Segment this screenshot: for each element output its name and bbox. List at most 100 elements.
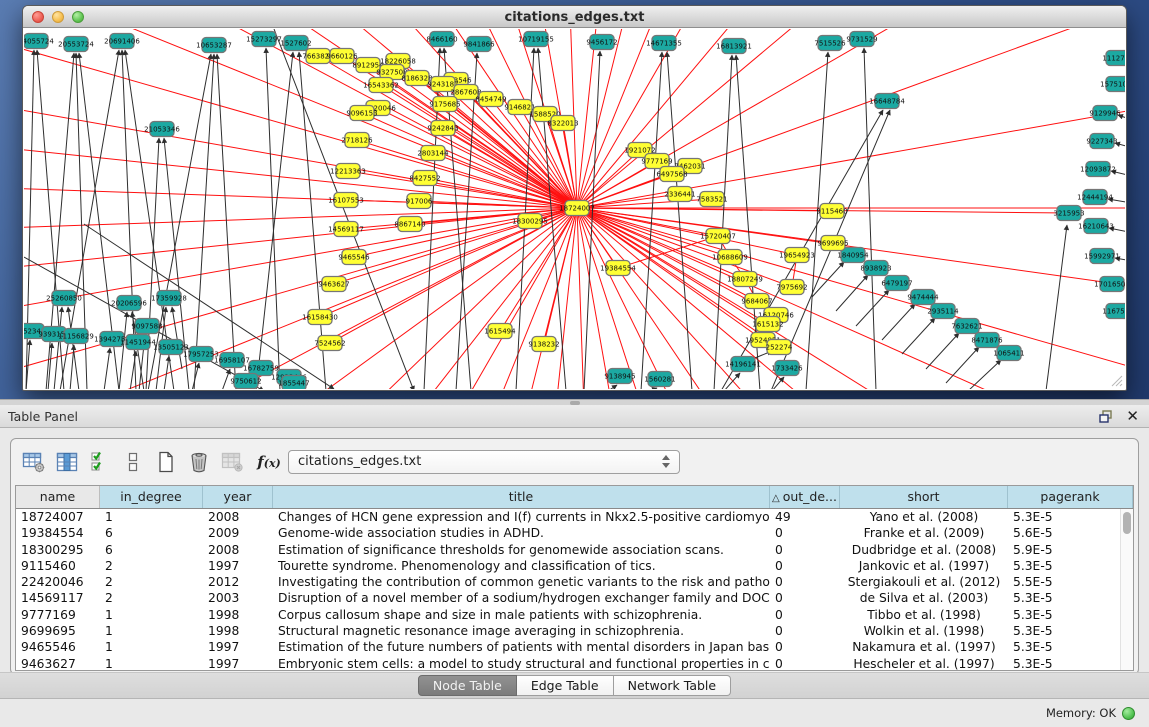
table-cell[interactable]: 1 bbox=[100, 639, 203, 655]
table-cell[interactable]: 2 bbox=[100, 558, 203, 574]
zoom-window-button[interactable] bbox=[72, 11, 84, 23]
table-cell[interactable]: Investigating the contribution of common… bbox=[273, 574, 770, 590]
table-cell[interactable]: Corpus callosum shape and size in male p… bbox=[273, 607, 770, 623]
table-cell[interactable]: 9777169 bbox=[16, 607, 100, 623]
graph-node[interactable]: 9242843 bbox=[427, 121, 458, 136]
table-row[interactable]: 1938455462009Genome-wide association stu… bbox=[16, 525, 1120, 541]
table-row[interactable]: 946362711997Embryonic stem cells: a mode… bbox=[16, 656, 1120, 670]
table-cell[interactable]: 2012 bbox=[203, 574, 273, 590]
table-cell[interactable]: 18724007 bbox=[16, 509, 100, 525]
table-row[interactable]: 977716911998Corpus callosum shape and si… bbox=[16, 607, 1120, 623]
graph-node[interactable]: 1615132 bbox=[752, 317, 783, 332]
graph-node[interactable]: 8427552 bbox=[409, 171, 440, 186]
graph-node[interactable]: 9750612 bbox=[230, 374, 261, 389]
delete-table-icon[interactable] bbox=[217, 446, 247, 478]
graph-node[interactable]: 9463627 bbox=[318, 277, 349, 292]
table-cell[interactable]: 9115460 bbox=[16, 558, 100, 574]
table-cell[interactable]: 5.5E-5 bbox=[1008, 574, 1120, 590]
table-cell[interactable]: 5.6E-5 bbox=[1008, 525, 1120, 541]
graph-node[interactable]: 17016504 bbox=[1094, 277, 1125, 292]
graph-node[interactable]: 2336441 bbox=[664, 187, 695, 202]
table-cell[interactable]: 0 bbox=[770, 623, 840, 639]
graph-node[interactable]: 9456172 bbox=[586, 35, 617, 50]
column-header-short[interactable]: short bbox=[840, 486, 1008, 508]
table-cell[interactable]: 9699695 bbox=[16, 623, 100, 639]
graph-node[interactable]: 19654923 bbox=[779, 248, 815, 263]
table-cell[interactable]: 5.3E-5 bbox=[1008, 639, 1120, 655]
graph-node[interactable]: 9175685 bbox=[429, 97, 460, 112]
graph-node[interactable]: 917006 bbox=[406, 194, 433, 209]
table-row[interactable]: 2242004622012Investigating the contribut… bbox=[16, 574, 1120, 590]
table-cell[interactable]: Hescheler et al. (1997) bbox=[840, 656, 1008, 670]
table-cell[interactable]: 5.3E-5 bbox=[1008, 607, 1120, 623]
table-row[interactable]: 1872400712008Changes of HCN gene express… bbox=[16, 509, 1120, 525]
graph-node[interactable]: 12444194 bbox=[1077, 190, 1113, 205]
table-cell[interactable]: 9465546 bbox=[16, 639, 100, 655]
graph-node[interactable]: 252274 bbox=[766, 340, 793, 355]
table-cell[interactable]: de Silva et al. (2003) bbox=[840, 590, 1008, 606]
column-header-year[interactable]: year bbox=[203, 486, 273, 508]
tab-network-table[interactable]: Network Table bbox=[614, 675, 732, 696]
table-cell[interactable]: Jankovic et al. (1997) bbox=[840, 558, 1008, 574]
table-row[interactable]: 1830029562008Estimation of significance … bbox=[16, 542, 1120, 558]
table-cell[interactable]: 19384554 bbox=[16, 525, 100, 541]
graph-node[interactable]: 8938923 bbox=[860, 261, 891, 276]
graph-node[interactable]: 1065411 bbox=[993, 346, 1024, 361]
graph-node[interactable]: 1855447 bbox=[278, 376, 309, 390]
table-mode-icon[interactable] bbox=[19, 446, 49, 478]
column-header-out_de[interactable]: △out_de... bbox=[770, 486, 840, 508]
column-header-name[interactable]: name bbox=[16, 486, 100, 508]
graph-node[interactable]: 9465546 bbox=[338, 250, 370, 265]
table-cell[interactable]: 5.3E-5 bbox=[1008, 590, 1120, 606]
graph-node[interactable]: 9129946 bbox=[1089, 106, 1121, 121]
table-cell[interactable]: 2 bbox=[100, 590, 203, 606]
graph-node[interactable]: 9684067 bbox=[741, 294, 772, 309]
graph-node[interactable]: 16813921 bbox=[716, 39, 752, 54]
table-cell[interactable]: Dudbridge et al. (2008) bbox=[840, 542, 1008, 558]
row-height-icon[interactable] bbox=[118, 446, 148, 478]
table-cell[interactable]: 0 bbox=[770, 574, 840, 590]
table-cell[interactable]: Genome-wide association studies in ADHD. bbox=[273, 525, 770, 541]
table-cell[interactable]: 49 bbox=[770, 509, 840, 525]
graph-node[interactable]: 10653287 bbox=[196, 38, 232, 53]
table-cell[interactable]: Estimation of significance thresholds fo… bbox=[273, 542, 770, 558]
table-cell[interactable]: 0 bbox=[770, 656, 840, 670]
graph-node[interactable]: 2803144 bbox=[417, 146, 449, 161]
tab-node-table[interactable]: Node Table bbox=[418, 675, 517, 696]
memory-status-icon[interactable] bbox=[1122, 707, 1135, 720]
graph-node[interactable]: 8322013 bbox=[547, 116, 578, 131]
graph-node[interactable]: 7515526 bbox=[814, 36, 846, 51]
graph-node[interactable]: 9731529 bbox=[846, 32, 877, 47]
graph-node[interactable]: 14671355 bbox=[646, 36, 682, 51]
graph-node[interactable]: 1560281 bbox=[644, 372, 675, 387]
table-cell[interactable]: Changes of HCN gene expression and I(f) … bbox=[273, 509, 770, 525]
table-row[interactable]: 911546021997Tourette syndrome. Phenomeno… bbox=[16, 558, 1120, 574]
table-cell[interactable]: 0 bbox=[770, 558, 840, 574]
table-cell[interactable]: 5.9E-5 bbox=[1008, 542, 1120, 558]
graph-node[interactable]: 14569117 bbox=[328, 222, 364, 237]
table-cell[interactable]: 18300295 bbox=[16, 542, 100, 558]
graph-node[interactable]: 10688609 bbox=[712, 250, 748, 265]
graph-node[interactable]: 9115460 bbox=[816, 204, 847, 219]
table-row[interactable]: 946554611997Estimation of the future num… bbox=[16, 639, 1120, 655]
graph-node[interactable]: 16648784 bbox=[869, 94, 905, 109]
table-cell[interactable]: Structural magnetic resonance image aver… bbox=[273, 623, 770, 639]
graph-node[interactable]: 9841866 bbox=[463, 37, 495, 52]
graph-node[interactable]: 9138945 bbox=[604, 369, 635, 384]
graph-node[interactable]: 15273297 bbox=[246, 32, 282, 47]
column-header-pagerank[interactable]: pagerank bbox=[1008, 486, 1133, 508]
table-cell[interactable]: 1 bbox=[100, 607, 203, 623]
table-cell[interactable]: Tourette syndrome. Phenomenology and cla… bbox=[273, 558, 770, 574]
graph-node[interactable]: 1527602 bbox=[280, 36, 311, 51]
table-cell[interactable]: Tibbo et al. (1998) bbox=[840, 607, 1008, 623]
graph-node[interactable]: 9097588 bbox=[131, 319, 162, 334]
graph-node[interactable]: 7975692 bbox=[776, 280, 807, 295]
graph-node[interactable]: 7524562 bbox=[314, 336, 345, 351]
graph-node[interactable]: 15751074 bbox=[1100, 77, 1125, 92]
graph-node[interactable]: 19384554 bbox=[600, 261, 636, 276]
graph-node[interactable]: 8466160 bbox=[426, 32, 457, 47]
graph-node[interactable]: 9227343 bbox=[1086, 134, 1117, 149]
table-cell[interactable]: 2003 bbox=[203, 590, 273, 606]
table-cell[interactable]: 9463627 bbox=[16, 656, 100, 670]
graph-node[interactable]: 6479197 bbox=[881, 276, 912, 291]
